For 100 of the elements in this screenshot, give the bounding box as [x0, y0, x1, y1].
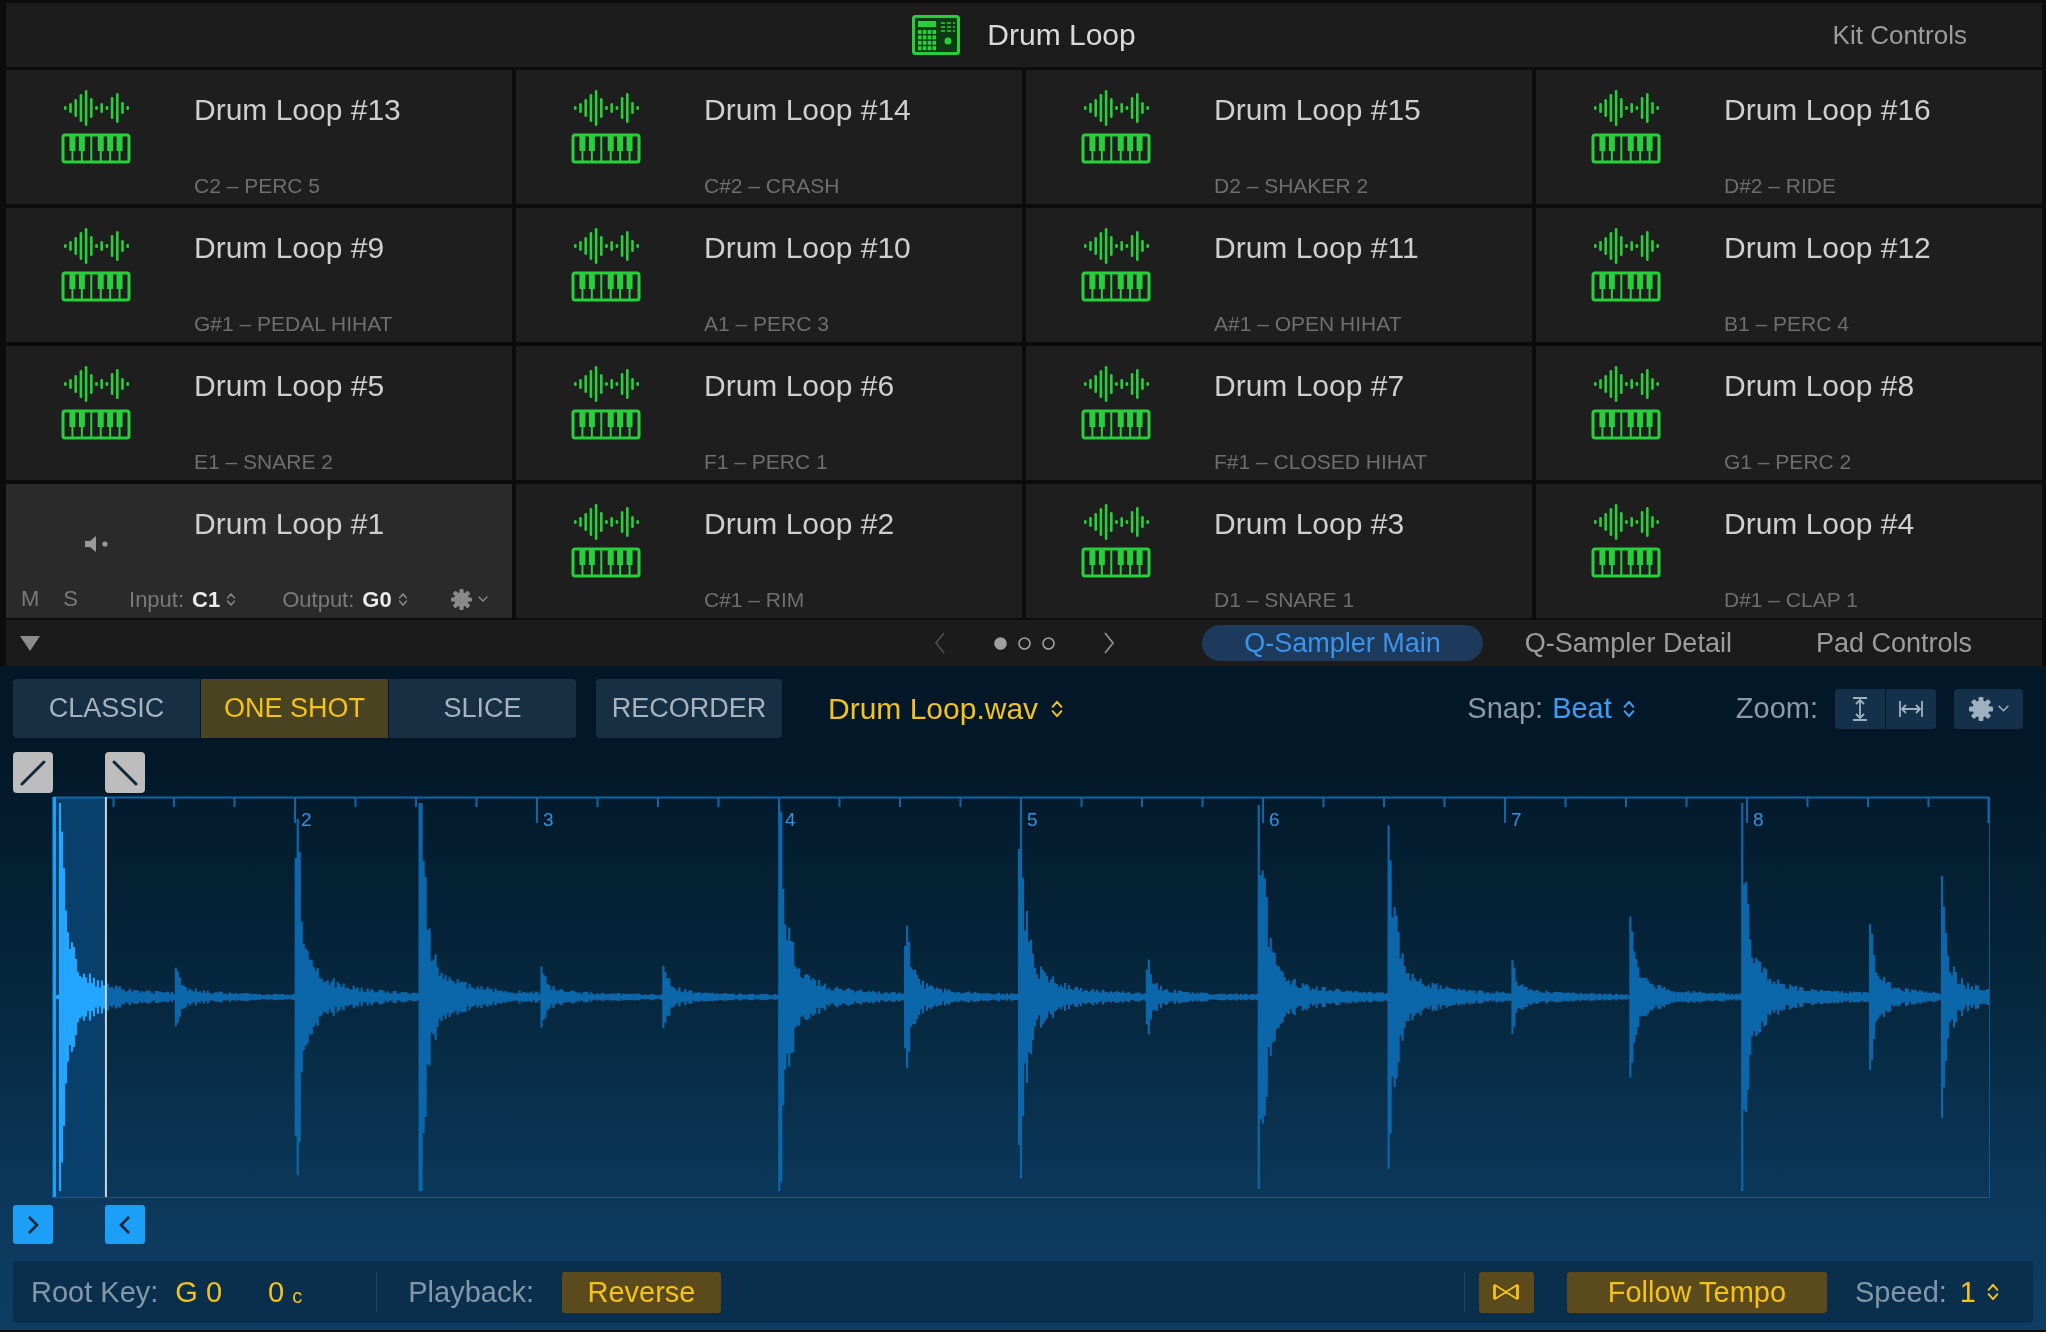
pad-title: Drum Loop #7 [1214, 368, 1405, 404]
start-marker-handle[interactable] [13, 1205, 53, 1244]
drum-pad[interactable]: Drum Loop #12 B1 – PERC 4 [1536, 208, 2042, 342]
fade-in-handle[interactable] [13, 752, 53, 793]
drum-pad[interactable]: Drum Loop #6 F1 – PERC 1 [516, 346, 1022, 480]
drum-pad[interactable]: Drum Loop #14 C#2 – CRASH [516, 70, 1022, 204]
mode-button[interactable]: ONE SHOT [201, 679, 388, 738]
pad-title: Drum Loop #14 [704, 92, 911, 128]
drum-pad[interactable]: Drum Loop #9 G#1 – PEDAL HIHAT [6, 208, 512, 342]
drum-pad[interactable]: Drum Loop #15 D2 – SHAKER 2 [1026, 70, 1532, 204]
pad-note: G#1 – PEDAL HIHAT [194, 311, 393, 336]
waveform-keyboard-icon [1591, 88, 1661, 164]
pad-title: Drum Loop #5 [194, 368, 385, 404]
drum-pad[interactable]: Drum Loop #10 A1 – PERC 3 [516, 208, 1022, 342]
input-value[interactable]: C1 [192, 586, 221, 612]
bar-number: 2 [301, 809, 312, 831]
pad-note: D2 – SHAKER 2 [1214, 173, 1369, 198]
sample-file-selector[interactable]: Drum Loop.wav [828, 691, 1065, 726]
pad-title: Drum Loop #12 [1724, 230, 1931, 266]
next-page-button[interactable] [1102, 632, 1115, 654]
chevron-left-icon [118, 1213, 132, 1236]
waveform-keyboard-icon [61, 364, 131, 440]
root-key-value[interactable]: G 0 [175, 1275, 223, 1309]
page-dot-icon[interactable] [1041, 636, 1055, 650]
pad-note: C#2 – CRASH [704, 173, 840, 198]
follow-tempo-button[interactable]: Follow Tempo [1566, 1271, 1827, 1313]
bar-number: 8 [1753, 809, 1764, 831]
waveform-keyboard-icon [1591, 364, 1661, 440]
pad-note: C#1 – RIM [704, 587, 805, 612]
pad-settings-button[interactable] [450, 588, 488, 610]
pad-note: D#1 – CLAP 1 [1724, 587, 1858, 612]
pad-title: Drum Loop #1 [194, 506, 385, 542]
chevron-down-icon [1997, 705, 2009, 712]
speed-selector[interactable]: 1 [1959, 1275, 2000, 1309]
view-tab[interactable]: Q-Sampler Main [1202, 625, 1483, 661]
drum-pad[interactable]: Drum Loop #5 E1 – SNARE 2 [6, 346, 512, 480]
settings-button[interactable] [1954, 688, 2023, 729]
mode-button[interactable]: CLASSIC [13, 679, 200, 738]
pad-note: B1 – PERC 4 [1724, 311, 1849, 336]
input-label: Input: [129, 586, 185, 612]
triangle-down-icon[interactable] [20, 635, 40, 651]
snap-selector[interactable]: Beat [1552, 692, 1636, 725]
gear-icon [450, 588, 472, 610]
pad-title: Drum Loop #2 [704, 506, 895, 542]
page-dot-icon[interactable] [993, 636, 1007, 650]
waveform-keyboard-icon [61, 88, 131, 164]
waveform-keyboard-icon [571, 364, 641, 440]
output-value[interactable]: G0 [362, 586, 392, 612]
bowtie-icon [1491, 1282, 1522, 1302]
drum-pad[interactable]: Drum Loop #16 D#2 – RIDE [1536, 70, 2042, 204]
waveform-keyboard-icon [571, 88, 641, 164]
fine-tune-value[interactable]: 0 [268, 1275, 285, 1309]
pad-title: Drum Loop #11 [1214, 230, 1419, 266]
pad-note: D#2 – RIDE [1724, 173, 1837, 198]
pad-note: E1 – SNARE 2 [194, 449, 333, 474]
pad-note: A#1 – OPEN HIHAT [1214, 311, 1402, 336]
drum-pad[interactable]: Drum Loop #7 F#1 – CLOSED HIHAT [1026, 346, 1532, 480]
snap-label: Snap: [1467, 692, 1544, 725]
pad-note: F#1 – CLOSED HIHAT [1214, 449, 1428, 474]
pad-title: Drum Loop #15 [1214, 92, 1421, 128]
waveform-keyboard-icon [1591, 226, 1661, 302]
end-marker-handle[interactable] [105, 1205, 145, 1244]
drum-pad[interactable]: Drum Loop #3 D1 – SNARE 1 [1026, 484, 1532, 618]
start-marker-line[interactable] [53, 797, 56, 1197]
end-marker-line[interactable] [104, 796, 107, 1198]
view-tab[interactable]: Q-Sampler Detail [1482, 625, 1774, 661]
pad-note: A1 – PERC 3 [704, 311, 829, 336]
horizontal-zoom-button[interactable] [1886, 688, 1936, 729]
mode-button[interactable]: SLICE [389, 679, 576, 738]
pad-note: F1 – PERC 1 [704, 449, 828, 474]
output-label: Output: [282, 586, 355, 612]
kit-controls-button[interactable]: Kit Controls [1832, 19, 1967, 51]
pad-title: Drum Loop #3 [1214, 506, 1405, 542]
pad-title: Drum Loop #4 [1724, 506, 1915, 542]
reverse-button[interactable]: Reverse [561, 1271, 721, 1313]
drum-pad[interactable]: Drum Loop #11 A#1 – OPEN HIHAT [1026, 208, 1532, 342]
bowtie-toggle-button[interactable] [1478, 1271, 1534, 1313]
waveform-keyboard-icon [571, 502, 641, 578]
pad-title: Drum Loop #10 [704, 230, 911, 266]
bar-number: 5 [1027, 809, 1038, 831]
view-tab[interactable]: Pad Controls [1773, 625, 2014, 661]
pad-title: Drum Loop #9 [194, 230, 385, 266]
pad-title: Drum Loop #8 [1724, 368, 1915, 404]
drum-pad[interactable]: Drum Loop #8 G1 – PERC 2 [1536, 346, 2042, 480]
drum-pad[interactable]: Drum Loop #4 D#1 – CLAP 1 [1536, 484, 2042, 618]
window-title: Drum Loop [987, 18, 1136, 52]
vertical-zoom-button[interactable] [1835, 688, 1885, 729]
bar-number: 6 [1269, 809, 1280, 831]
waveform-keyboard-icon [1081, 364, 1151, 440]
page-dot-icon[interactable] [1017, 636, 1031, 650]
falling-line-icon [111, 758, 139, 787]
drum-machine-icon [912, 15, 961, 55]
root-key-label: Root Key: [31, 1275, 159, 1309]
waveform-keyboard-icon [1081, 502, 1151, 578]
fade-out-handle[interactable] [105, 752, 145, 793]
recorder-button[interactable]: RECORDER [596, 679, 782, 738]
chevron-right-icon [1102, 632, 1115, 654]
drum-pad[interactable]: Drum Loop #2 C#1 – RIM [516, 484, 1022, 618]
drum-pad[interactable]: Drum Loop #1 M S Input: C1 Output: G0 [6, 484, 512, 618]
drum-pad[interactable]: Drum Loop #13 C2 – PERC 5 [6, 70, 512, 204]
